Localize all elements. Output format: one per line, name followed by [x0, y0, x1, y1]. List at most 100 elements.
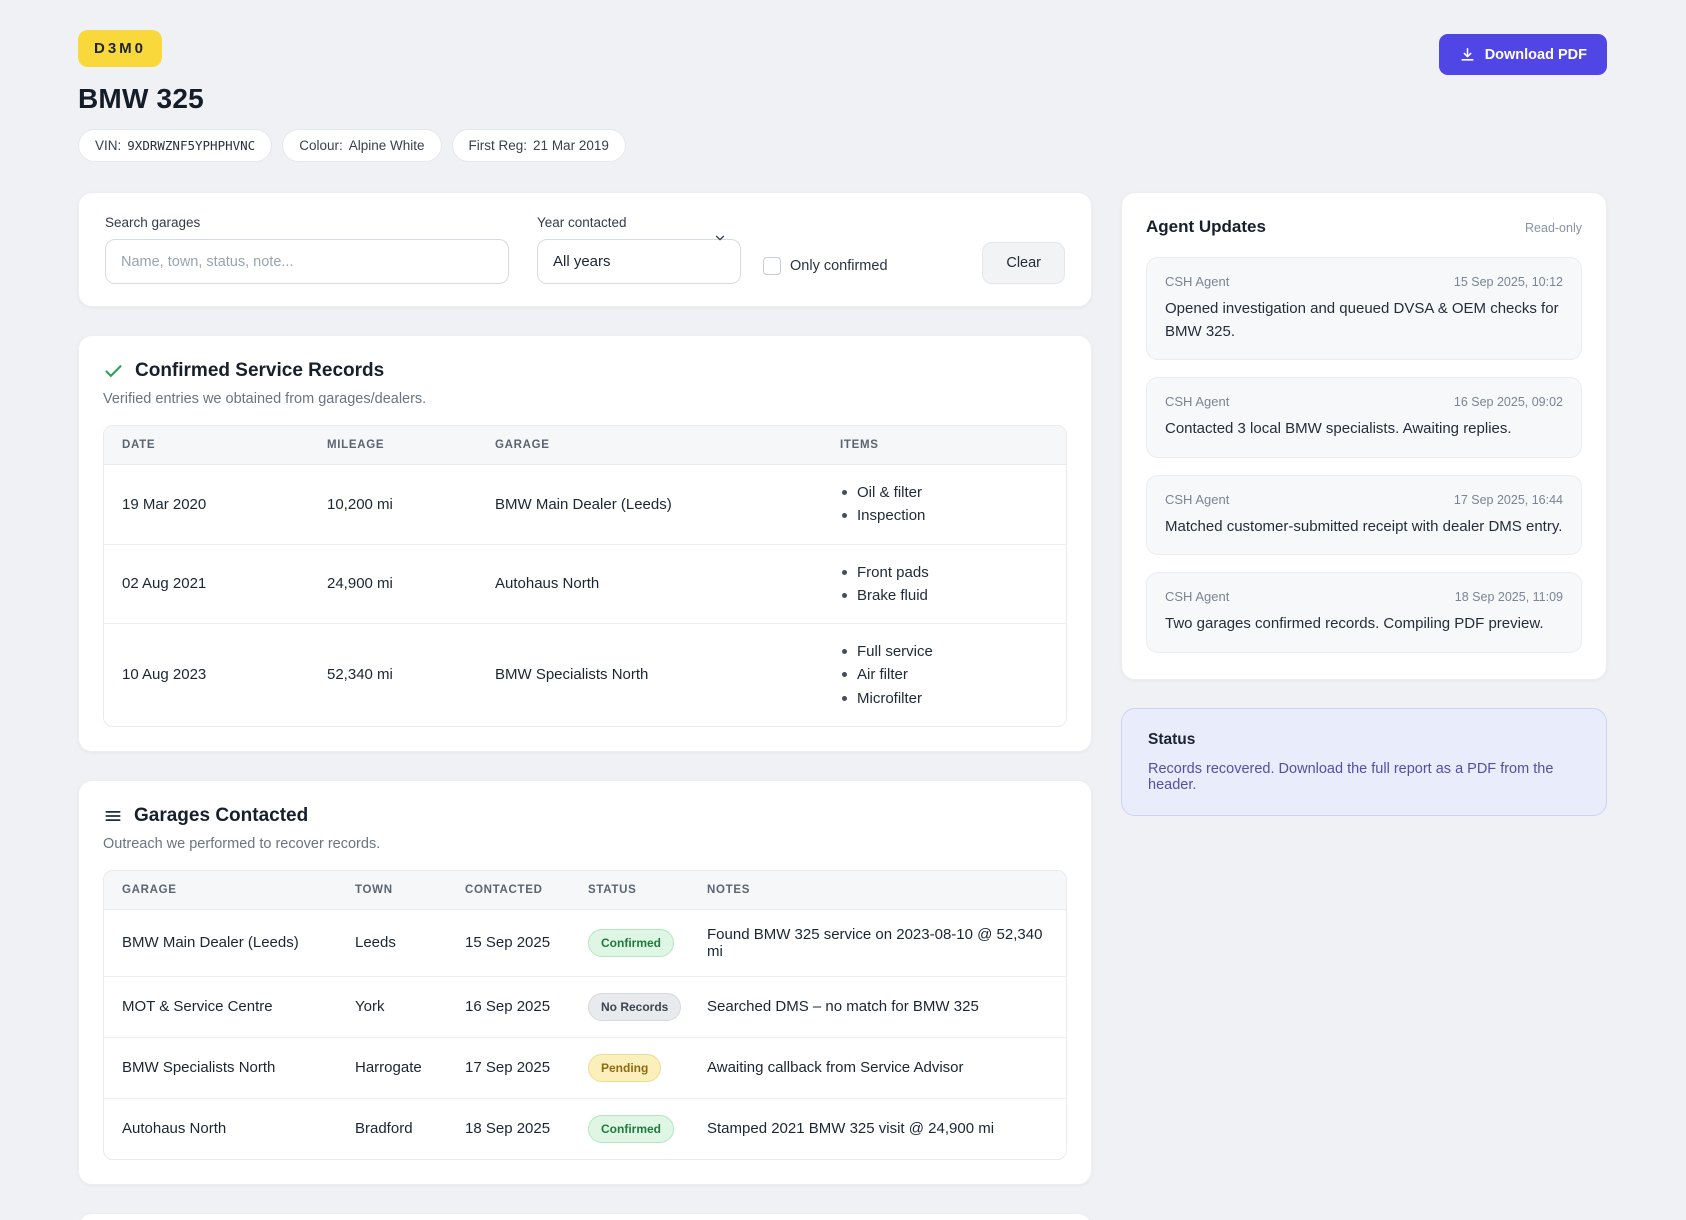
record-date: 02 Aug 2021 [104, 545, 309, 625]
record-garage: BMW Main Dealer (Leeds) [477, 465, 822, 545]
col-garage: Garage [104, 871, 337, 910]
status-badge: Confirmed [588, 929, 674, 957]
table-header-row: Date Mileage Garage Items [104, 426, 1066, 465]
search-field-group: Search garages [105, 215, 509, 284]
menu-icon [103, 806, 123, 826]
col-garage: Garage [477, 426, 822, 465]
readonly-label: Read-only [1525, 221, 1582, 235]
garages-contacted-title: Garages Contacted [134, 805, 308, 827]
garage-notes: Stamped 2021 BMW 325 visit @ 24,900 mi [689, 1099, 1066, 1159]
update-author: CSH Agent [1165, 589, 1229, 604]
col-town: Town [337, 871, 447, 910]
agent-update-item: CSH Agent 18 Sep 2025, 11:09 Two garages… [1146, 572, 1582, 653]
garage-name: BMW Specialists North [104, 1038, 337, 1099]
colour-chip: Colour: Alpine White [282, 129, 441, 162]
garage-notes: Awaiting callback from Service Advisor [689, 1038, 1066, 1099]
update-message: Matched customer-submitted receipt with … [1165, 516, 1563, 539]
record-items: Oil & filter Inspection [840, 481, 1050, 528]
record-item: Front pads [840, 561, 1050, 584]
update-timestamp: 16 Sep 2025, 09:02 [1454, 395, 1563, 409]
col-items: Items [822, 426, 1066, 465]
record-item: Brake fluid [840, 584, 1050, 607]
garage-town: Leeds [337, 910, 447, 977]
record-item: Oil & filter [840, 481, 1050, 504]
first-reg-chip: First Reg: 21 Mar 2019 [452, 129, 626, 162]
record-date: 19 Mar 2020 [104, 465, 309, 545]
only-confirmed-toggle[interactable]: Only confirmed [763, 257, 888, 275]
service-record-row: 10 Aug 2023 52,340 mi BMW Specialists No… [104, 624, 1066, 726]
year-field-group: Year contacted All years [537, 215, 741, 284]
check-icon [103, 361, 124, 382]
update-author: CSH Agent [1165, 394, 1229, 409]
confirmed-records-subtitle: Verified entries we obtained from garage… [103, 391, 1067, 407]
garages-contacted-card: Garages Contacted Outreach we performed … [78, 780, 1092, 1185]
update-author: CSH Agent [1165, 274, 1229, 289]
agent-update-item: CSH Agent 15 Sep 2025, 10:12 Opened inve… [1146, 257, 1582, 360]
record-mileage: 52,340 mi [309, 624, 477, 726]
garage-name: Autohaus North [104, 1099, 337, 1159]
clear-filters-button[interactable]: Clear [982, 242, 1065, 284]
first-reg-value: 21 Mar 2019 [533, 138, 609, 153]
garage-row: BMW Specialists North Harrogate 17 Sep 2… [104, 1038, 1066, 1099]
record-garage: BMW Specialists North [477, 624, 822, 726]
user-history-card: User Submitted History Entries provided … [78, 1213, 1092, 1220]
year-select-value: All years [553, 253, 611, 270]
update-message: Contacted 3 local BMW specialists. Await… [1165, 418, 1563, 441]
download-pdf-button[interactable]: Download PDF [1439, 34, 1607, 75]
update-timestamp: 17 Sep 2025, 16:44 [1454, 493, 1563, 507]
confirmed-records-title: Confirmed Service Records [135, 360, 384, 382]
garage-contacted: 15 Sep 2025 [447, 910, 570, 977]
download-pdf-label: Download PDF [1485, 47, 1587, 63]
garage-row: Autohaus North Bradford 18 Sep 2025 Conf… [104, 1099, 1066, 1159]
chevron-down-icon [713, 231, 727, 245]
garage-row: BMW Main Dealer (Leeds) Leeds 15 Sep 202… [104, 910, 1066, 977]
vin-chip: VIN: 9XDRWZNF5YPHPHVNC [78, 129, 272, 162]
col-date: Date [104, 426, 309, 465]
garage-contacted: 18 Sep 2025 [447, 1099, 570, 1159]
page-header: D3M0 BMW 325 VIN: 9XDRWZNF5YPHPHVNC Colo… [78, 30, 1607, 162]
record-items: Full service Air filter Microfilter [840, 640, 1050, 710]
record-date: 10 Aug 2023 [104, 624, 309, 726]
vin-value: 9XDRWZNF5YPHPHVNC [127, 138, 255, 153]
status-message: Records recovered. Download the full rep… [1148, 761, 1580, 793]
record-garage: Autohaus North [477, 545, 822, 625]
only-confirmed-label: Only confirmed [790, 258, 888, 274]
status-panel: Status Records recovered. Download the f… [1121, 708, 1607, 816]
service-record-row: 19 Mar 2020 10,200 mi BMW Main Dealer (L… [104, 465, 1066, 545]
garages-contacted-table: Garage Town Contacted Status Notes BMW M… [103, 870, 1067, 1160]
confirmed-records-table: Date Mileage Garage Items 19 Mar 2020 10… [103, 425, 1067, 727]
col-notes: Notes [689, 871, 1066, 910]
col-contacted: Contacted [447, 871, 570, 910]
update-message: Opened investigation and queued DVSA & O… [1165, 298, 1563, 343]
service-record-row: 02 Aug 2021 24,900 mi Autohaus North Fro… [104, 545, 1066, 625]
confirmed-records-card: Confirmed Service Records Verified entri… [78, 335, 1092, 752]
garage-contacted: 17 Sep 2025 [447, 1038, 570, 1099]
first-reg-label: First Reg: [469, 138, 528, 153]
record-item: Full service [840, 640, 1050, 663]
update-timestamp: 15 Sep 2025, 10:12 [1454, 275, 1563, 289]
update-author: CSH Agent [1165, 492, 1229, 507]
header-left: D3M0 BMW 325 VIN: 9XDRWZNF5YPHPHVNC Colo… [78, 30, 626, 162]
record-mileage: 24,900 mi [309, 545, 477, 625]
garage-notes: Searched DMS – no match for BMW 325 [689, 977, 1066, 1038]
agent-updates-card: Agent Updates Read-only CSH Agent 15 Sep… [1121, 192, 1607, 680]
garage-town: Bradford [337, 1099, 447, 1159]
garage-notes: Found BMW 325 service on 2023-08-10 @ 52… [689, 910, 1066, 977]
status-badge: Pending [588, 1054, 661, 1082]
year-select[interactable]: All years [537, 239, 741, 284]
year-label: Year contacted [537, 215, 741, 230]
sidebar: Agent Updates Read-only CSH Agent 15 Sep… [1121, 192, 1607, 816]
only-confirmed-checkbox[interactable] [763, 257, 781, 275]
record-items: Front pads Brake fluid [840, 561, 1050, 608]
update-message: Two garages confirmed records. Compiling… [1165, 613, 1563, 636]
page-title: BMW 325 [78, 83, 626, 115]
table-header-row: Garage Town Contacted Status Notes [104, 871, 1066, 910]
garage-name: BMW Main Dealer (Leeds) [104, 910, 337, 977]
update-timestamp: 18 Sep 2025, 11:09 [1455, 590, 1563, 604]
search-input[interactable] [105, 239, 509, 284]
search-label: Search garages [105, 215, 509, 230]
main-column: Search garages Year contacted All years [78, 192, 1092, 1220]
record-item: Inspection [840, 504, 1050, 527]
filter-card: Search garages Year contacted All years [78, 192, 1092, 307]
colour-label: Colour: [299, 138, 343, 153]
